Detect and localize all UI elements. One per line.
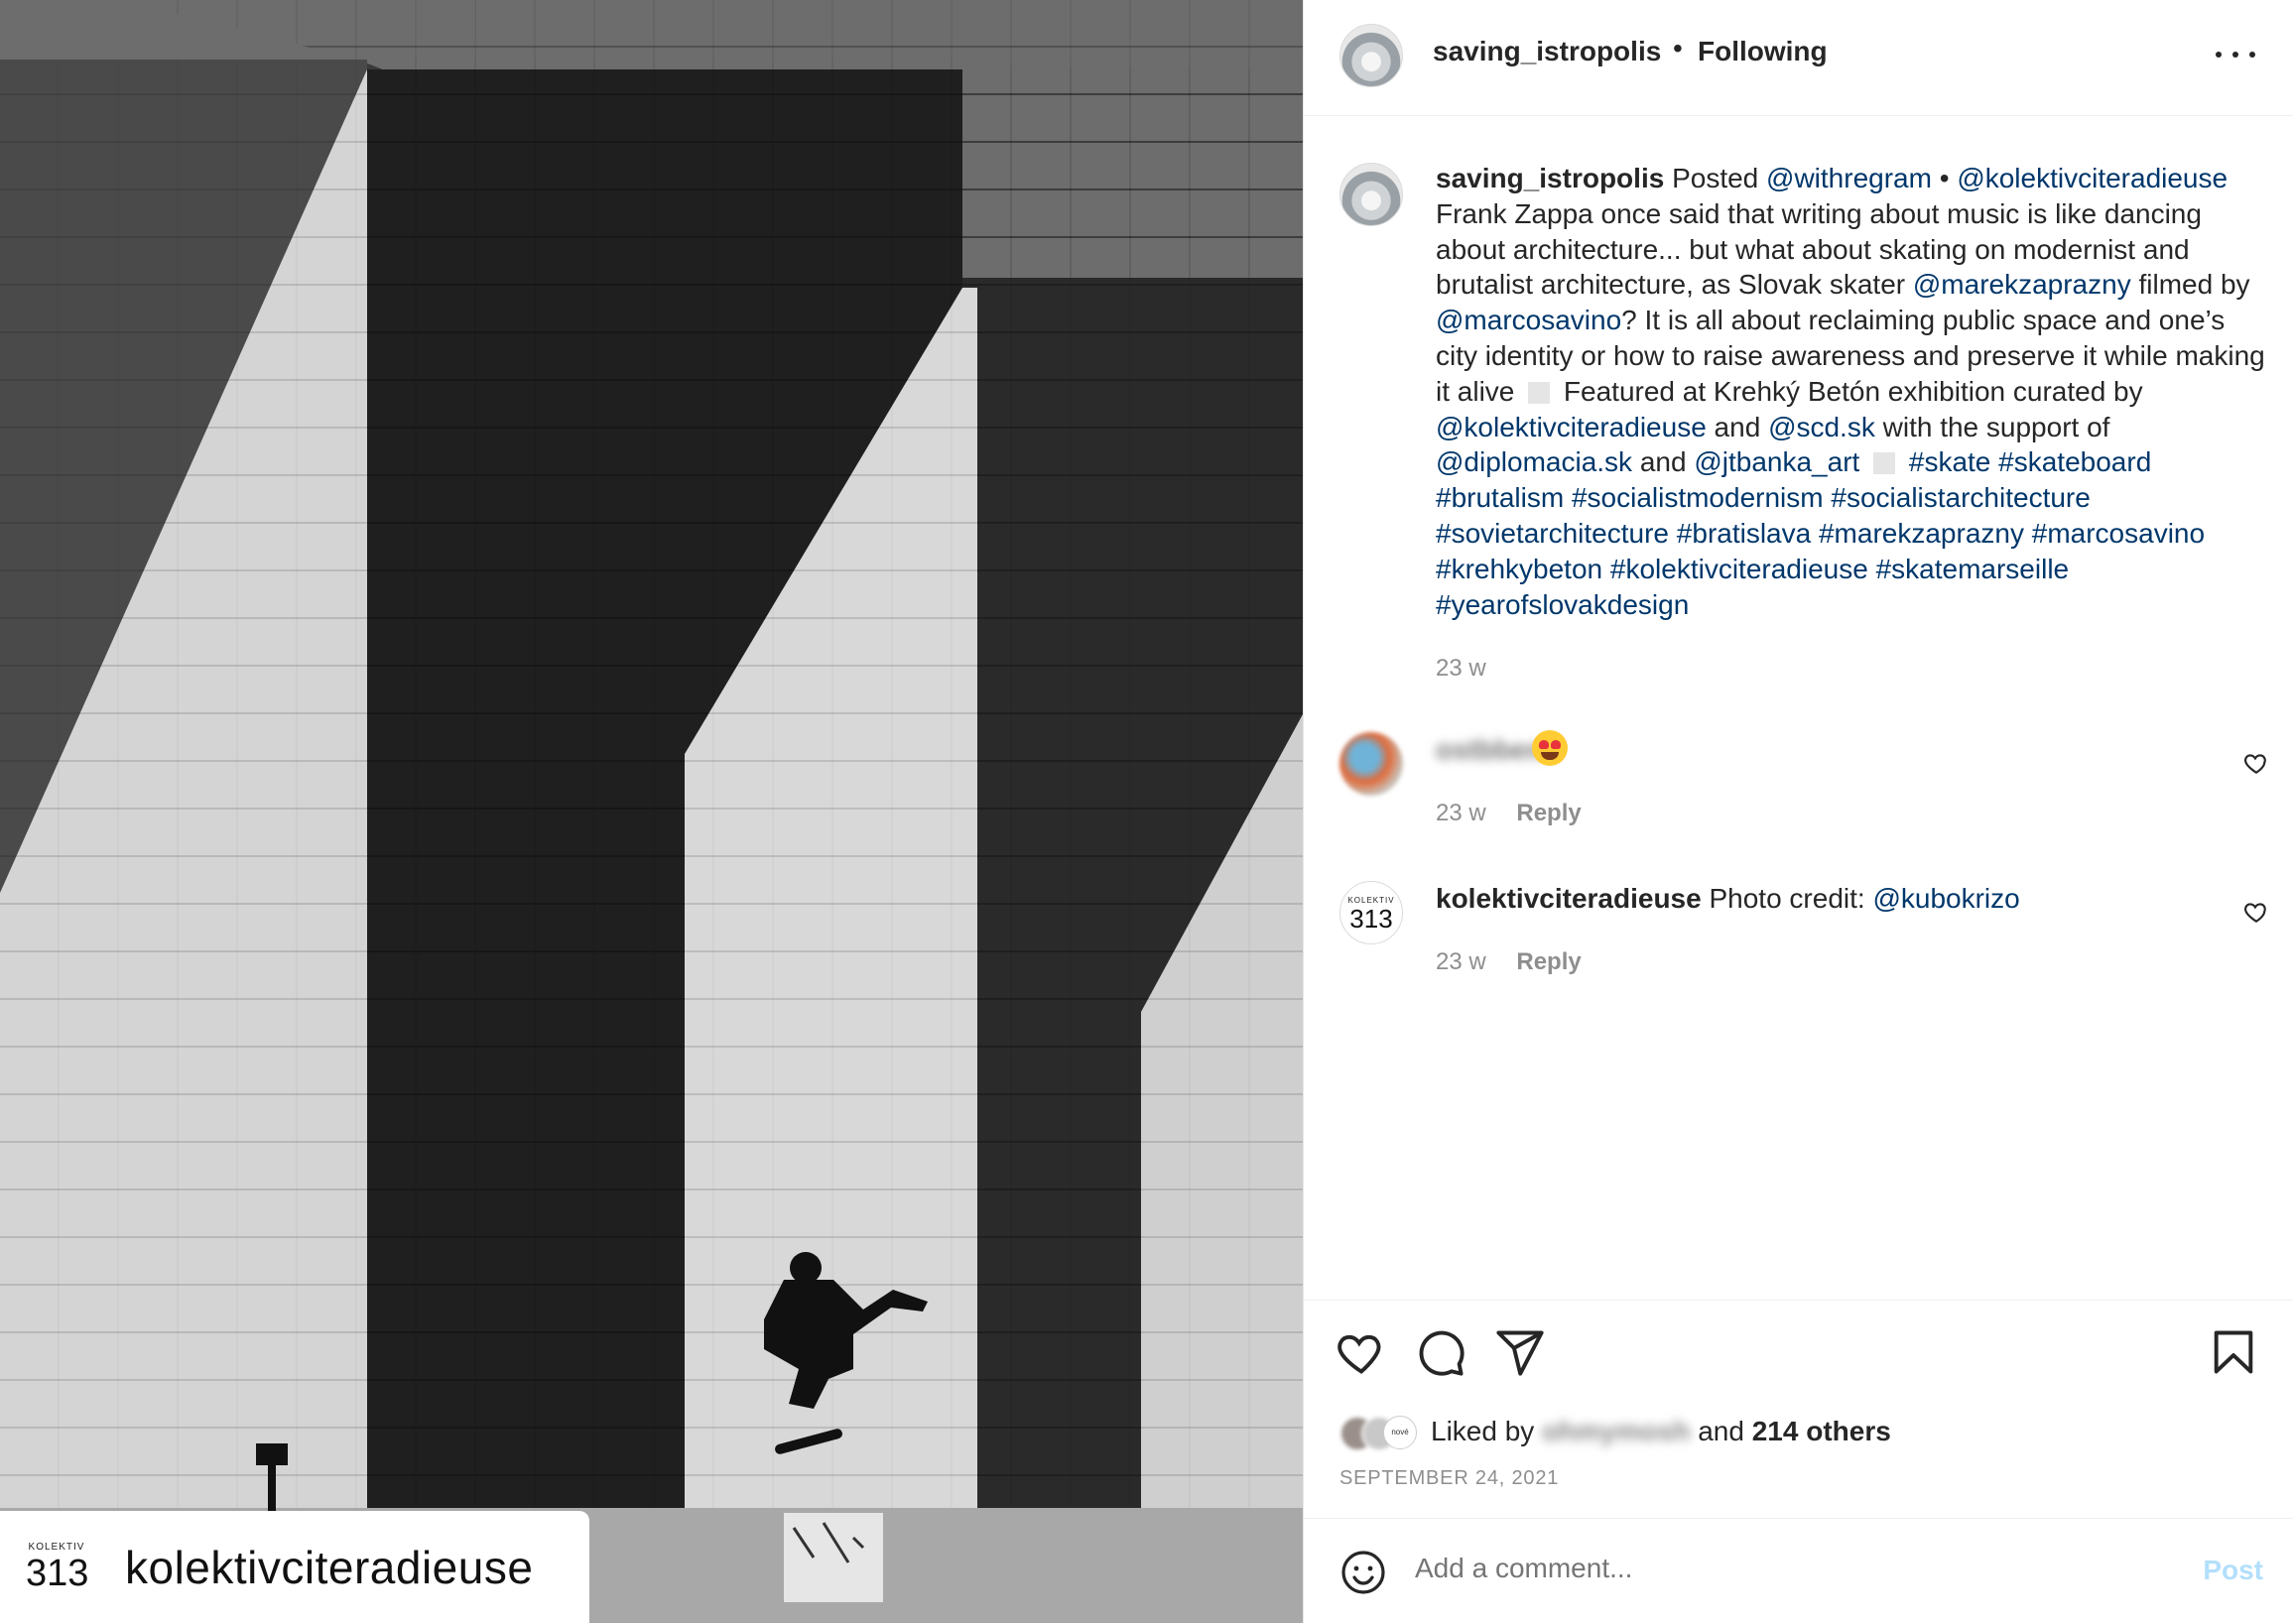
kolektiv-logo: KOLEKTIV 313 <box>26 1541 89 1594</box>
repost-source-name: kolektivciteradieuse <box>125 1541 534 1593</box>
logo-small-text: KOLEKTIV <box>28 1541 85 1553</box>
hashtag-link[interactable]: #skate <box>1909 446 1991 477</box>
header-separator: • <box>1673 33 1683 63</box>
instagram-post-view: KOLEKTIV 313 kolektivciteradieuse saving… <box>0 0 2293 1623</box>
caption-segment: Featured at Krehký Betón exhibition cura… <box>1556 375 2143 407</box>
caption-segment <box>1868 554 1876 584</box>
hashtag-link[interactable]: #skateboard <box>1998 446 2151 477</box>
caption-timestamp[interactable]: 23 w <box>1436 655 1486 683</box>
mention-link[interactable]: @marekzaprazny <box>1913 269 2131 300</box>
caption-username[interactable]: saving_istropolis <box>1436 163 1664 193</box>
reply-button[interactable]: Reply <box>1516 948 1581 975</box>
caption-segment <box>1564 482 1572 513</box>
post-comment-button[interactable]: Post <box>2203 1555 2263 1586</box>
avatar-number: 313 <box>1349 904 1393 934</box>
comment-input[interactable] <box>1415 1553 2109 1584</box>
caption-segment: and <box>1632 446 1695 478</box>
comment-meta: 23 w Reply <box>1436 800 1582 827</box>
mention-link[interactable]: @kolektivciteradieuse <box>1957 163 2228 193</box>
caption-segment: and <box>1706 411 1769 442</box>
mention-link[interactable]: @kolektivciteradieuse <box>1436 412 1707 442</box>
likes-summary: nové Liked by ohmymosh and 214 others <box>1339 1412 2232 1451</box>
caption-author-avatar[interactable] <box>1339 163 1403 226</box>
commenter-avatar[interactable] <box>1339 732 1403 796</box>
comment-text: Photo credit: <box>1709 883 1873 914</box>
hashtag-link[interactable]: #krehkybeton <box>1436 554 1602 584</box>
logo-number: 313 <box>26 1552 89 1594</box>
hashtag-link[interactable]: #socialistarchitecture <box>1831 482 2090 513</box>
like-comment-heart-icon[interactable] <box>2243 899 2269 925</box>
caption-text: saving_istropolis Posted @withregram • @… <box>1436 161 2269 622</box>
caption-segment <box>1859 446 1867 477</box>
heart-eyes-emoji-icon <box>1532 730 1568 766</box>
commenter-avatar[interactable]: KOLEKTIV 313 <box>1339 881 1403 944</box>
mention-link[interactable]: @withregram <box>1766 163 1932 193</box>
post-header: saving_istropolis • Following <box>1304 0 2293 116</box>
hashtag-link[interactable]: #yearofslovakdesign <box>1436 589 1689 620</box>
commenter-username[interactable]: kolektivciteradieuse <box>1436 883 1702 914</box>
post-photo[interactable]: KOLEKTIV 313 kolektivciteradieuse <box>0 0 1303 1623</box>
liked-by-user-blurred[interactable]: ohmymosh <box>1542 1416 1690 1447</box>
heart-icon[interactable] <box>1336 1326 1387 1378</box>
mention-link[interactable]: @diplomacia.sk <box>1436 446 1632 477</box>
following-button[interactable]: Following <box>1698 36 1828 67</box>
mention-link[interactable]: @marcosavino <box>1436 305 1621 335</box>
caption-segment <box>1602 554 1610 584</box>
more-horizontal-icon[interactable] <box>2216 40 2255 69</box>
author-avatar[interactable] <box>1339 24 1403 87</box>
hashtag-link[interactable]: #brutalism <box>1436 482 1564 513</box>
caption-segment <box>1901 446 1909 477</box>
share-icon[interactable] <box>1494 1326 1546 1378</box>
mention-link[interactable]: @jtbanka_art <box>1694 446 1859 477</box>
liked-by-prefix: Liked by <box>1431 1416 1543 1446</box>
comment-icon[interactable] <box>1415 1326 1466 1378</box>
liked-by-count[interactable]: 214 others <box>1752 1416 1891 1446</box>
liked-by-text: Liked by ohmymosh and 214 others <box>1431 1416 1891 1447</box>
hashtag-link[interactable]: #marcosavino <box>2032 518 2205 549</box>
comment-timestamp[interactable]: 23 w <box>1436 800 1486 826</box>
post-date[interactable]: SEPTEMBER 24, 2021 <box>1339 1467 1559 1490</box>
like-comment-heart-icon[interactable] <box>2243 750 2269 776</box>
hashtag-link[interactable]: #kolektivciteradieuse <box>1610 554 1868 584</box>
photo-illustration <box>0 0 1303 1623</box>
liked-by-and: and <box>1690 1416 1752 1446</box>
caption-segment: with the support of <box>1874 411 2110 442</box>
caption-segment <box>1669 518 1677 549</box>
caption-segment <box>1811 518 1819 549</box>
caption-segment: Posted <box>1672 163 1767 193</box>
emoji-icon[interactable] <box>1339 1549 1387 1596</box>
author-username[interactable]: saving_istropolis <box>1433 36 1661 67</box>
emoji-placeholder-icon <box>1873 452 1896 475</box>
repost-badge: KOLEKTIV 313 kolektivciteradieuse <box>0 1511 589 1623</box>
comment-mention-link[interactable]: @kubokrizo <box>1872 883 2019 914</box>
hashtag-link[interactable]: #bratislava <box>1677 518 1811 549</box>
emoji-placeholder-icon <box>1528 381 1551 404</box>
hashtag-link[interactable]: #socialistmodernism <box>1572 482 1824 513</box>
hashtag-link[interactable]: #sovietarchitecture <box>1436 518 1669 549</box>
caption-segment: • <box>1931 163 1958 193</box>
hashtag-link[interactable]: #marekzaprazny <box>1819 518 2024 549</box>
caption-segment <box>2024 518 2032 549</box>
caption-segment <box>1990 446 1998 477</box>
comment-body: kolektivciteradieuse Photo credit: @kubo… <box>1436 883 2020 915</box>
post-sidebar: saving_istropolis • Following saving_ist… <box>1303 0 2293 1623</box>
liker-avatar[interactable]: nové <box>1383 1416 1417 1449</box>
hashtag-link[interactable]: #skatemarseille <box>1876 554 2070 584</box>
bookmark-icon[interactable] <box>2208 1326 2259 1378</box>
mention-link[interactable]: @scd.sk <box>1768 412 1875 442</box>
reply-button[interactable]: Reply <box>1516 800 1581 826</box>
caption-segment: filmed by <box>2130 269 2250 301</box>
comment-meta: 23 w Reply <box>1436 948 1582 976</box>
add-comment-bar: Post <box>1304 1518 2293 1624</box>
comment-timestamp[interactable]: 23 w <box>1436 948 1486 975</box>
